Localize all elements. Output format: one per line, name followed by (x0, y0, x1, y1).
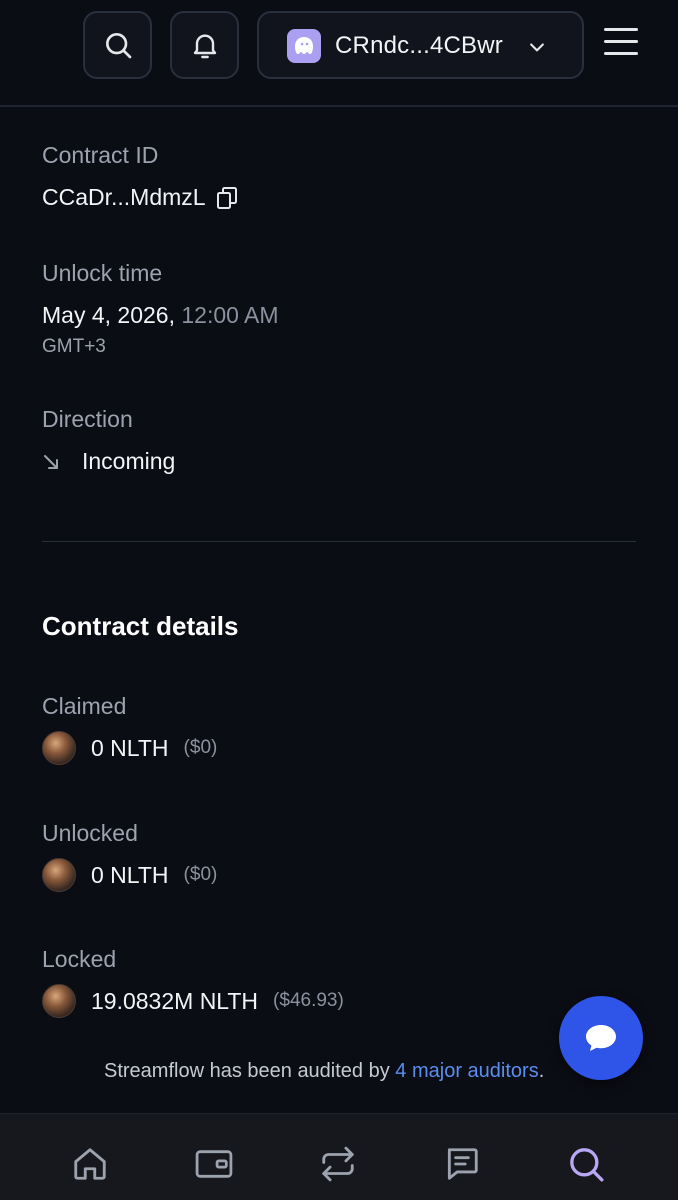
bottom-navigation (0, 1113, 678, 1200)
nav-home[interactable] (70, 1144, 110, 1184)
divider (42, 541, 636, 542)
unlocked-amount: 0 NLTH (91, 861, 169, 888)
search-button[interactable] (83, 11, 152, 79)
audit-notice: Streamflow has been audited by 4 major a… (104, 1060, 544, 1083)
claimed-label: Claimed (42, 693, 127, 719)
direction-value: Incoming (82, 448, 176, 474)
nav-swap[interactable] (318, 1144, 358, 1184)
locked-label: Locked (42, 946, 117, 972)
unlock-time-label: Unlock time (42, 260, 163, 286)
claimed-row: 0 NLTH ($0) (42, 731, 217, 765)
wallet-ghost-icon (287, 29, 321, 63)
claimed-usd: ($0) (183, 737, 218, 758)
contract-id-row: CCaDr...MdmzL (42, 184, 238, 211)
arrow-down-right-icon (44, 454, 58, 469)
unlock-time-value: May 4, 2026, 12:00 AM (42, 302, 279, 329)
locked-amount: 19.0832M NLTH (91, 987, 259, 1014)
wallet-address: CRndc...4CBwr (335, 32, 503, 59)
unlocked-row: 0 NLTH ($0) (42, 858, 217, 892)
wallet-icon (195, 1150, 233, 1178)
audit-prefix: Streamflow has been audited by (104, 1060, 396, 1082)
nav-messages[interactable] (442, 1144, 482, 1184)
unlocked-usd: ($0) (183, 864, 218, 885)
chat-button[interactable] (559, 996, 643, 1080)
audit-suffix: . (538, 1060, 545, 1082)
home-icon (74, 1148, 106, 1180)
nav-wallet[interactable] (194, 1144, 234, 1184)
notifications-button[interactable] (170, 11, 239, 79)
nlth-token-icon (42, 984, 76, 1018)
top-bar: CRndc...4CBwr (0, 0, 678, 107)
contract-id-label: Contract ID (42, 142, 159, 168)
chevron-down-icon (530, 43, 544, 52)
wallet-selector[interactable]: CRndc...4CBwr (257, 11, 584, 79)
locked-row: 19.0832M NLTH ($46.93) (42, 984, 344, 1018)
unlocked-label: Unlocked (42, 820, 138, 846)
nlth-token-icon (42, 731, 76, 765)
claimed-amount: 0 NLTH (91, 734, 169, 761)
locked-usd: ($46.93) (273, 990, 344, 1011)
contract-details-title: Contract details (42, 611, 239, 641)
auditors-link[interactable]: 4 major auditors (395, 1060, 538, 1082)
unlock-timezone: GMT+3 (42, 336, 106, 357)
hamburger-menu-icon[interactable] (604, 28, 638, 62)
unlock-date: May 4, 2026, (42, 302, 175, 328)
chat-bubble-icon (586, 1025, 616, 1051)
nlth-token-icon (42, 858, 76, 892)
contract-id-value: CCaDr...MdmzL (42, 184, 206, 210)
search-icon (570, 1148, 604, 1182)
swap-icon (322, 1146, 354, 1182)
copy-icon[interactable] (216, 186, 238, 210)
bell-icon (193, 34, 216, 59)
direction-row: Incoming (42, 448, 175, 475)
direction-label: Direction (42, 406, 133, 432)
nav-search[interactable] (566, 1144, 606, 1184)
message-icon (447, 1148, 478, 1180)
search-icon (105, 33, 131, 59)
unlock-clock-time: 12:00 AM (181, 302, 279, 328)
